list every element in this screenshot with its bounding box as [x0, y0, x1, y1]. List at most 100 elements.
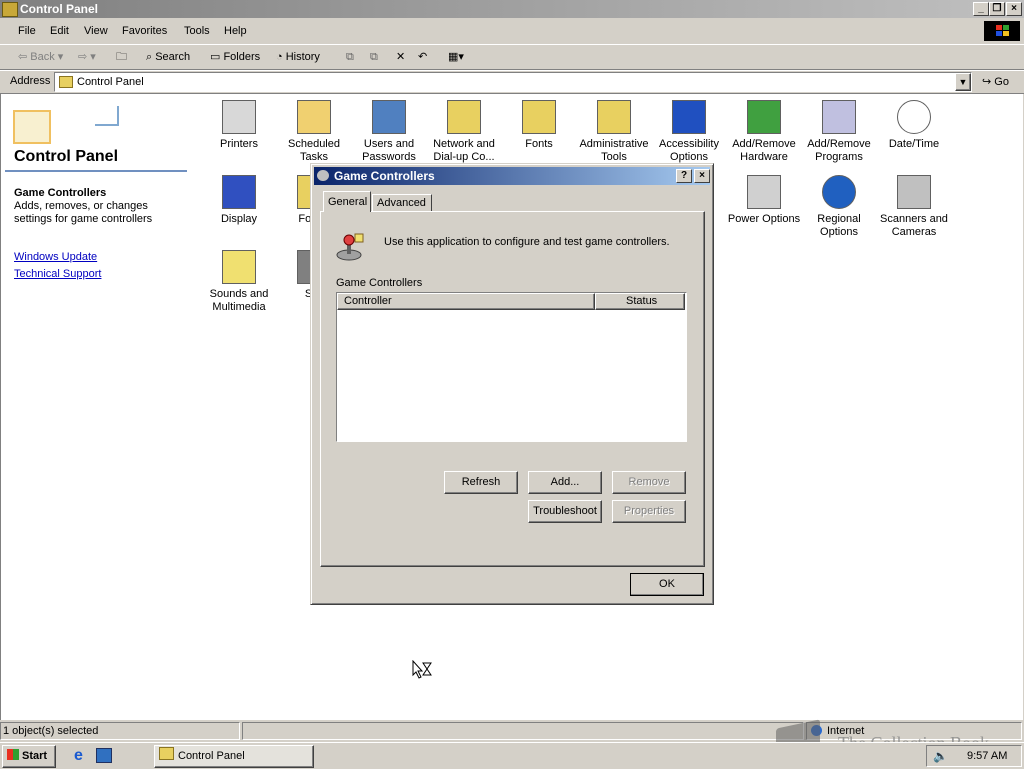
cp-item-label: Users and Passwords	[362, 138, 416, 163]
joystick-title-icon	[317, 170, 329, 181]
clock-icon	[897, 100, 931, 134]
cp-item-label: Date/Time	[888, 138, 940, 150]
cp-item-label: Display	[220, 213, 258, 225]
add-button[interactable]: Add...	[528, 471, 602, 494]
game-controllers-dialog: Game Controllers ? × General Advanced Us…	[310, 163, 714, 605]
cp-item-hardware[interactable]: Add/Remove Hardware	[726, 100, 802, 164]
users-icon	[372, 100, 406, 134]
add-label: Add...	[550, 476, 580, 488]
help-button[interactable]: ?	[676, 169, 692, 183]
volume-icon[interactable]: 🔈	[933, 749, 948, 763]
menu-edit[interactable]: Edit	[50, 25, 69, 37]
menu-file[interactable]: File	[18, 25, 36, 37]
dialog-close-button[interactable]: ×	[694, 169, 710, 183]
window-title-bar[interactable]: Control Panel _ ❐ ×	[0, 0, 1024, 18]
up-folder-icon[interactable]: 🗀	[116, 49, 127, 65]
standard-toolbar: ⇦ Back ▾ ⇨ ▾ 🗀 ⌕ Search ▭ Folders ◔ Hist…	[0, 44, 1024, 70]
remove-button[interactable]: Remove	[612, 471, 686, 494]
tab-advanced[interactable]: Advanced	[372, 194, 432, 212]
panel-divider	[5, 170, 187, 172]
search-label: Search	[155, 51, 191, 63]
control-panel-header-icon	[13, 110, 51, 144]
admin-tools-icon	[597, 100, 631, 134]
search-button[interactable]: ⌕ Search	[146, 49, 190, 65]
refresh-button[interactable]: Refresh	[444, 471, 518, 494]
decorative-frame	[95, 106, 119, 126]
troubleshoot-button[interactable]: Troubleshoot	[528, 500, 602, 523]
scanner-icon	[897, 175, 931, 209]
cp-item-users[interactable]: Users and Passwords	[351, 100, 427, 164]
cp-item-programs[interactable]: Add/Remove Programs	[801, 100, 877, 164]
back-button[interactable]: ⇦ Back ▾	[18, 49, 63, 65]
back-label: Back	[30, 51, 55, 63]
cp-item-label: Power Options	[727, 213, 801, 225]
show-desktop-icon[interactable]	[96, 748, 112, 763]
restore-button[interactable]: ❐	[989, 2, 1005, 16]
controllers-list[interactable]: Controller Status	[336, 292, 687, 442]
menu-bar: File Edit View Favorites Tools Help	[0, 20, 1024, 42]
cp-item-label: Add/Remove Hardware	[732, 138, 796, 163]
cp-item-scanner[interactable]: Scanners and Cameras	[876, 175, 952, 239]
taskbar-control-panel-button[interactable]: Control Panel	[154, 745, 314, 768]
cp-item-speaker[interactable]: Sounds and Multimedia	[201, 250, 277, 314]
go-button[interactable]: ↪ Go	[982, 75, 1009, 88]
ok-button[interactable]: OK	[630, 573, 704, 596]
accessibility-icon	[672, 100, 706, 134]
forward-button[interactable]: ⇨ ▾	[78, 49, 96, 65]
undo-icon[interactable]: ↶	[418, 49, 427, 65]
address-field[interactable]: Control Panel ▼	[54, 72, 972, 92]
status-text: 1 object(s) selected	[3, 725, 99, 737]
cp-item-globe[interactable]: Regional Options	[801, 175, 877, 239]
task-label: Control Panel	[178, 750, 245, 762]
cp-item-display[interactable]: Display	[201, 175, 277, 226]
windows-update-link[interactable]: Windows Update	[14, 251, 97, 263]
cp-item-fonts[interactable]: Fonts	[501, 100, 577, 151]
history-button[interactable]: ◔ History	[276, 49, 320, 65]
minimize-button[interactable]: _	[973, 2, 989, 16]
tab-page: Use this application to configure and te…	[320, 211, 705, 567]
history-label: History	[285, 51, 320, 63]
clock[interactable]: 9:57 AM	[967, 750, 1007, 762]
views-icon[interactable]: ▦▾	[448, 49, 464, 65]
cp-item-printer[interactable]: Printers	[201, 100, 277, 151]
dialog-description: Use this application to configure and te…	[384, 236, 670, 248]
panel-title: Control Panel	[14, 148, 119, 165]
network-icon	[447, 100, 481, 134]
copy-to-icon[interactable]: ⧉	[370, 49, 378, 65]
cp-item-label: Printers	[220, 138, 258, 150]
column-header-status[interactable]: Status	[595, 293, 685, 310]
display-icon	[222, 175, 256, 209]
cp-item-label: Administrative Tools	[579, 138, 649, 163]
menu-help[interactable]: Help	[224, 25, 247, 37]
speaker-icon	[222, 250, 256, 284]
menu-tools[interactable]: Tools	[184, 25, 210, 37]
folders-button[interactable]: ▭ Folders	[210, 49, 260, 65]
cp-item-label: Scanners and Cameras	[880, 213, 948, 238]
dialog-title-bar[interactable]: Game Controllers ? ×	[314, 167, 710, 185]
address-dropdown-button[interactable]: ▼	[955, 73, 971, 91]
start-button[interactable]: Start	[2, 745, 56, 768]
menu-favorites[interactable]: Favorites	[122, 25, 167, 37]
menu-view[interactable]: View	[84, 25, 108, 37]
properties-button[interactable]: Properties	[612, 500, 686, 523]
cp-item-accessibility[interactable]: Accessibility Options	[651, 100, 727, 164]
cp-item-power[interactable]: Power Options	[726, 175, 802, 226]
cp-item-label: Accessibility Options	[659, 138, 719, 163]
go-label: Go	[994, 76, 1009, 88]
scheduled-tasks-icon	[297, 100, 331, 134]
folders-label: Folders	[223, 51, 261, 63]
cp-item-scheduled-tasks[interactable]: Scheduled Tasks	[276, 100, 352, 164]
delete-icon[interactable]: ✕	[396, 49, 405, 65]
cp-item-network[interactable]: Network and Dial-up Co...	[426, 100, 502, 164]
cp-item-admin-tools[interactable]: Administrative Tools	[576, 100, 652, 164]
tab-advanced-label: Advanced	[377, 197, 426, 209]
close-button[interactable]: ×	[1006, 2, 1022, 16]
move-to-icon[interactable]: ⧉	[346, 49, 354, 65]
status-pane-left: 1 object(s) selected	[0, 722, 240, 740]
internet-explorer-icon[interactable]: e	[74, 747, 83, 765]
column-status-label: Status	[626, 295, 658, 307]
column-header-controller[interactable]: Controller	[337, 293, 595, 310]
technical-support-link[interactable]: Technical Support	[14, 268, 101, 280]
cp-item-clock[interactable]: Date/Time	[876, 100, 952, 151]
tab-general[interactable]: General	[323, 191, 371, 212]
